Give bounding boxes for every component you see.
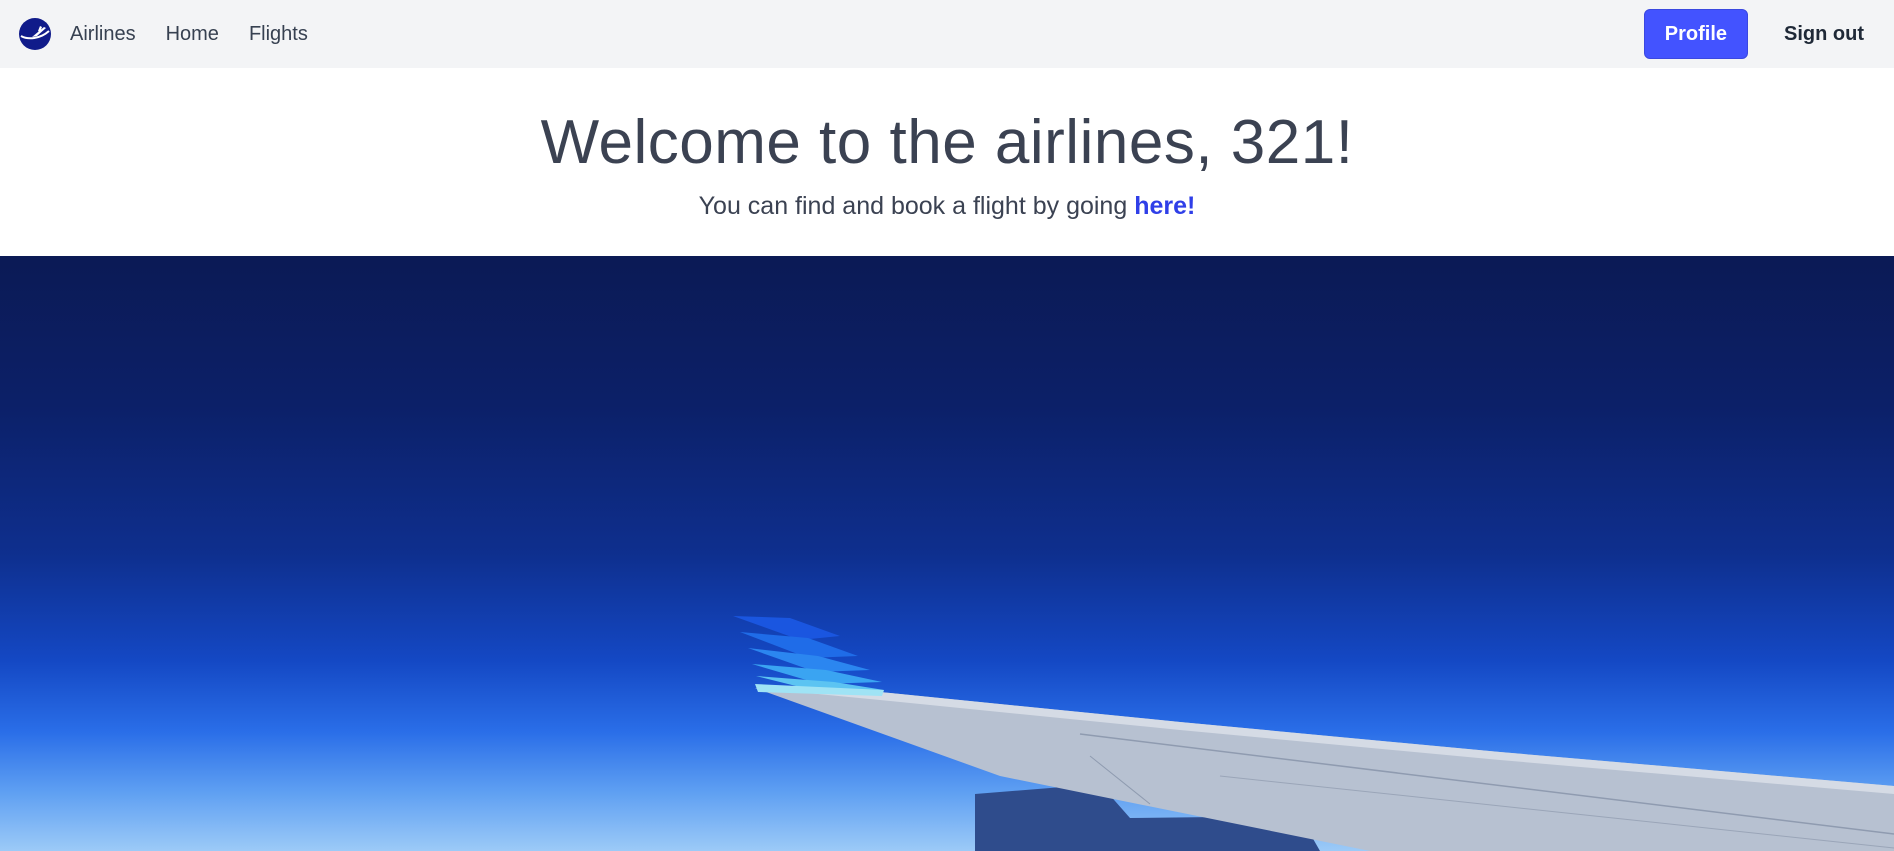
airplane-logo-icon [18, 17, 52, 51]
wing-surface [755, 688, 1894, 851]
brand[interactable]: Airlines [18, 17, 136, 51]
nav-link-flights[interactable]: Flights [249, 23, 308, 46]
find-flights-link[interactable]: here! [1134, 192, 1195, 220]
nav-actions: Profile Sign out [1643, 9, 1876, 59]
hero-banner-image [0, 256, 1894, 851]
airplane-wing-illustration [733, 616, 1894, 851]
sign-out-button[interactable]: Sign out [1784, 23, 1864, 46]
welcome-subtitle: You can find and book a flight by going … [0, 192, 1894, 221]
welcome-subtitle-text: You can find and book a flight by going [698, 192, 1128, 220]
brand-name: Airlines [70, 22, 136, 45]
nav-links: Home Flights [166, 23, 338, 46]
welcome-title: Welcome to the airlines, 321! [540, 108, 1354, 177]
top-navbar: Airlines Home Flights Profile Sign out [0, 0, 1894, 68]
profile-button[interactable]: Profile [1643, 9, 1749, 59]
welcome-section: Welcome to the airlines, 321! You can fi… [0, 68, 1894, 256]
nav-link-home[interactable]: Home [166, 23, 219, 46]
